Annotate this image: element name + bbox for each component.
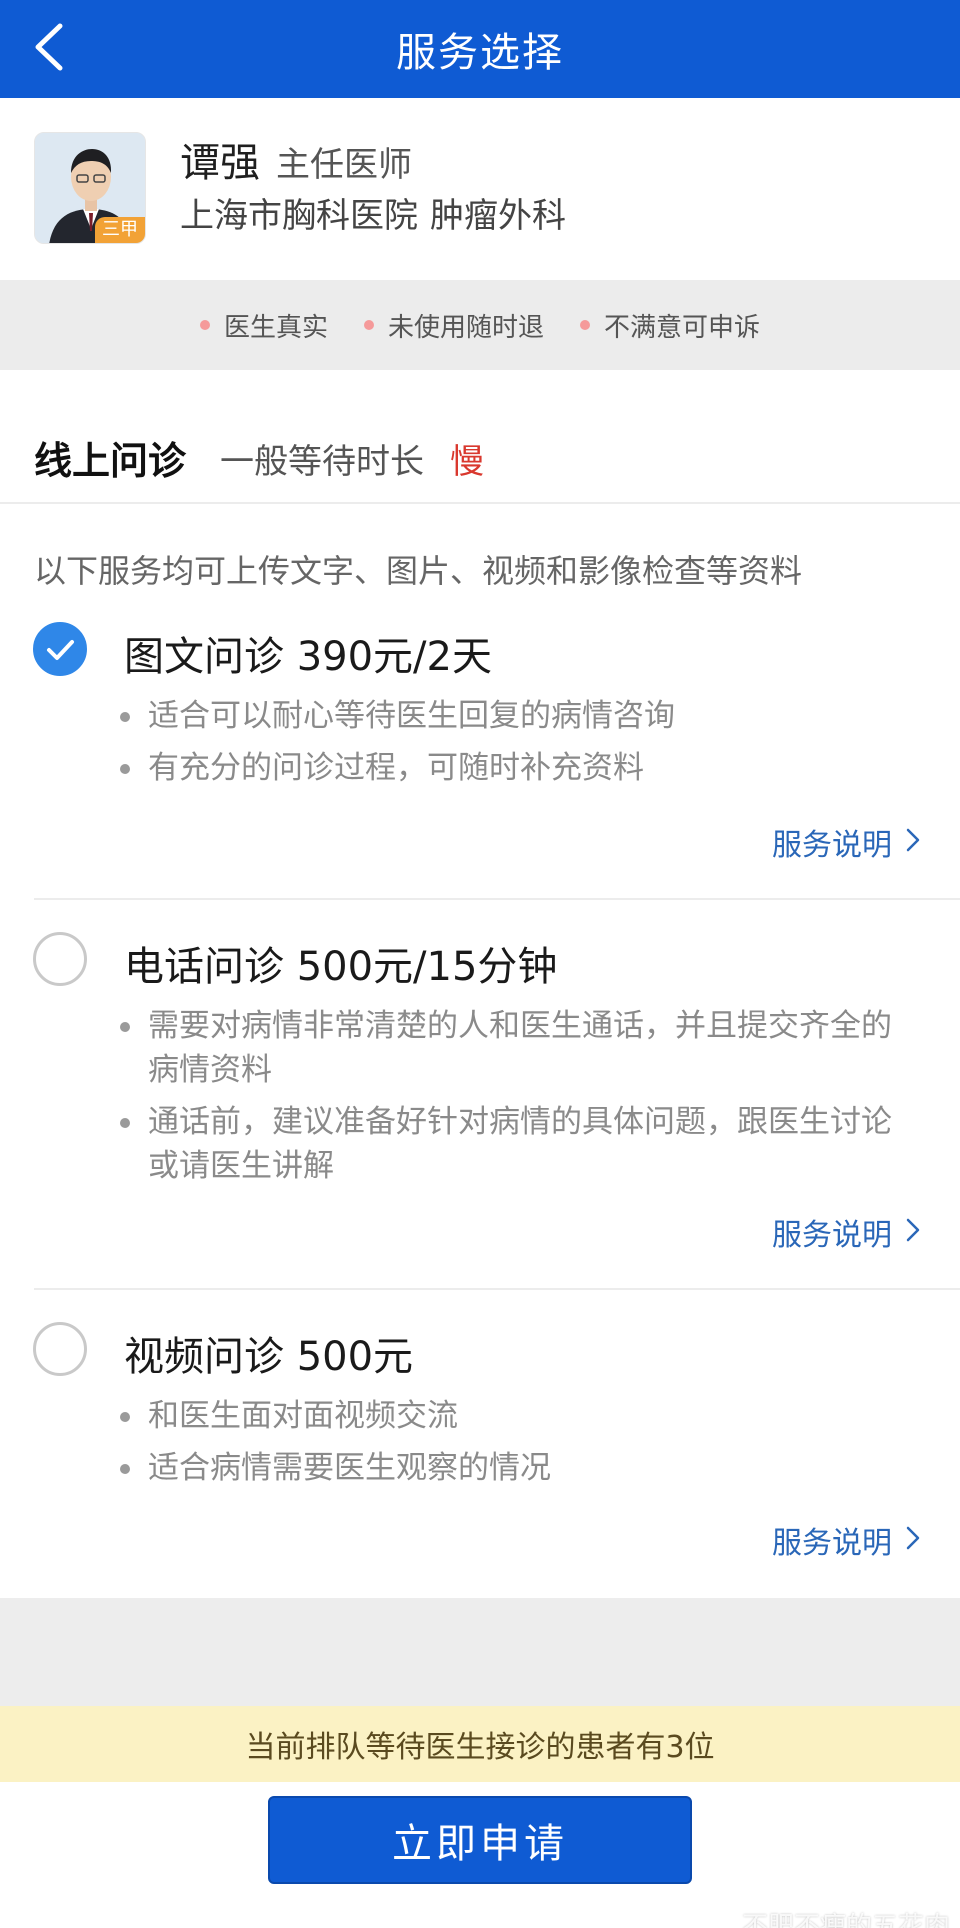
bullet-item: 有充分的问诊过程，可随时补充资料	[120, 746, 900, 790]
doctor-card: 三甲 谭强 主任医师 上海市胸科医院 肿瘤外科	[0, 98, 960, 280]
radio-selected[interactable]	[33, 622, 87, 676]
bullet-item: 适合可以耐心等待医生回复的病情咨询	[120, 694, 900, 738]
wait-speed: 慢	[450, 442, 484, 482]
consultation-section-header: 线上问诊 一般等待时长 慢	[0, 370, 960, 504]
service-info-link[interactable]: 服务说明	[772, 1518, 920, 1562]
app-header: 服务选择	[0, 0, 960, 98]
guarantee-label: 不满意可申诉	[604, 312, 761, 343]
radio-unselected[interactable]	[33, 932, 87, 986]
bullet-item: 适合病情需要医生观察的情况	[120, 1446, 900, 1490]
bullet-dot-icon	[199, 320, 210, 330]
divider	[34, 898, 960, 900]
chevron-right-icon	[906, 1524, 920, 1557]
guarantee-bar: 医生真实 未使用随时退 不满意可申诉	[0, 280, 960, 370]
doctor-title: 主任医师	[276, 145, 412, 185]
spacer	[0, 1598, 960, 1706]
doctor-name: 谭强	[180, 140, 260, 186]
bullet-dot-icon	[120, 1412, 130, 1422]
service-bullets: 和医生面对面视频交流 适合病情需要医生观察的情况	[120, 1394, 900, 1498]
doctor-avatar: 三甲	[34, 132, 146, 244]
service-title: 图文问诊 390元/2天	[124, 634, 492, 680]
service-option-video[interactable]: 视频问诊 500元 和医生面对面视频交流 适合病情需要医生观察的情况 服务说明	[0, 1310, 960, 1598]
guarantee-label: 未使用随时退	[387, 312, 544, 343]
bullet-dot-icon	[120, 712, 130, 722]
service-info-link[interactable]: 服务说明	[772, 820, 920, 864]
service-bullets: 需要对病情非常清楚的人和医生通话，并且提交齐全的病情资料 通话前，建议准备好针对…	[120, 1004, 900, 1196]
chevron-left-icon	[32, 22, 66, 76]
queue-status-bar: 当前排队等待医生接诊的患者有3位	[0, 1706, 960, 1782]
doctor-name-row: 谭强 主任医师	[180, 130, 412, 188]
guarantee-item: 医生真实	[199, 307, 328, 344]
doctor-department: 肿瘤外科	[430, 196, 566, 236]
bullet-item: 通话前，建议准备好针对病情的具体问题，跟医生讨论或请医生讲解	[120, 1100, 900, 1188]
service-info-link[interactable]: 服务说明	[772, 1210, 920, 1254]
page-title: 服务选择	[396, 30, 564, 76]
bullet-dot-icon	[120, 1022, 130, 1032]
doctor-hospital: 上海市胸科医院	[180, 196, 418, 236]
bullet-dot-icon	[363, 320, 374, 330]
back-button[interactable]	[18, 18, 80, 80]
doctor-hospital-row: 上海市胸科医院 肿瘤外科	[180, 188, 566, 237]
service-option-text[interactable]: 图文问诊 390元/2天 适合可以耐心等待医生回复的病情咨询 有充分的问诊过程，…	[0, 610, 960, 890]
divider	[34, 1288, 960, 1290]
upload-note: 以下服务均可上传文字、图片、视频和影像检查等资料	[34, 552, 803, 590]
bullet-item: 和医生面对面视频交流	[120, 1394, 900, 1438]
guarantee-label: 医生真实	[223, 312, 328, 343]
service-option-phone[interactable]: 电话问诊 500元/15分钟 需要对病情非常清楚的人和医生通话，并且提交齐全的病…	[0, 920, 960, 1280]
service-selection-page: 服务选择 三甲 谭强 主任医师 上海市胸科医院 肿瘤外科 医生真实 未使用随时退…	[0, 0, 960, 1928]
service-bullets: 适合可以耐心等待医生回复的病情咨询 有充分的问诊过程，可随时补充资料	[120, 694, 900, 798]
bullet-item: 需要对病情非常清楚的人和医生通话，并且提交齐全的病情资料	[120, 1004, 900, 1092]
guarantee-item: 未使用随时退	[363, 307, 544, 344]
section-title: 线上问诊	[34, 439, 187, 483]
bullet-dot-icon	[120, 764, 130, 774]
service-title: 电话问诊 500元/15分钟	[124, 944, 558, 990]
bullet-dot-icon	[120, 1464, 130, 1474]
watermark: 不肥不瘦的五花肉	[741, 1912, 950, 1928]
wait-time-label: 一般等待时长	[220, 442, 424, 482]
chevron-right-icon	[906, 1216, 920, 1249]
service-title: 视频问诊 500元	[124, 1334, 414, 1380]
hospital-rank-badge: 三甲	[95, 217, 145, 243]
bullet-dot-icon	[580, 320, 590, 330]
chevron-right-icon	[906, 826, 920, 859]
guarantee-item: 不满意可申诉	[580, 307, 760, 344]
apply-now-button[interactable]: 立即申请	[268, 1796, 692, 1884]
bullet-dot-icon	[120, 1118, 130, 1128]
radio-unselected[interactable]	[33, 1322, 87, 1376]
